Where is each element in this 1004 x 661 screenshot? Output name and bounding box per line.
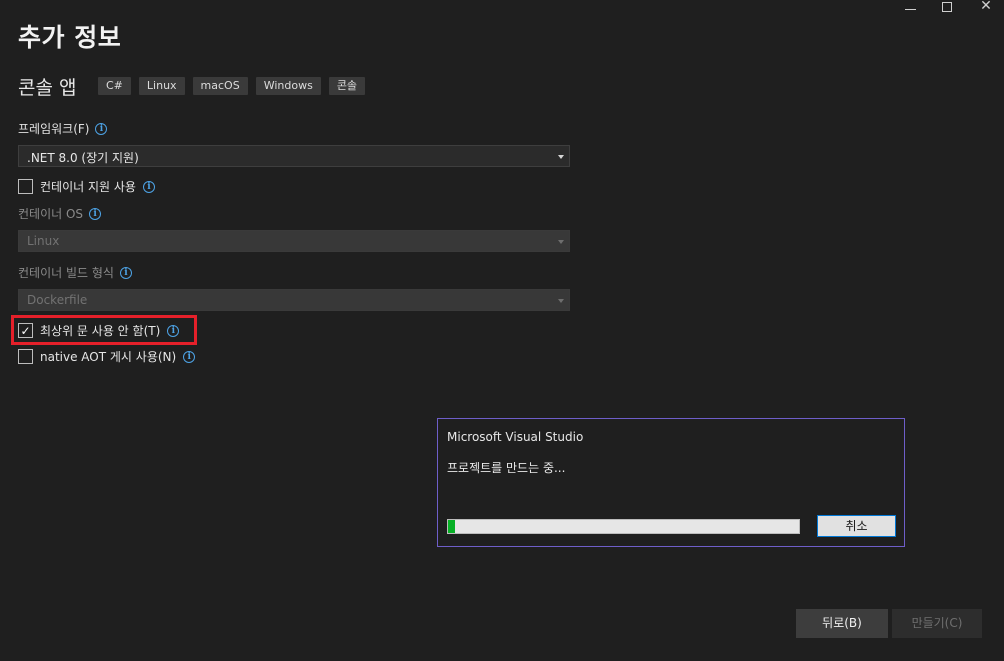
check-icon: ✓ [20,323,31,338]
container-support-row: 컨테이너 지원 사용 i [18,178,155,195]
info-icon[interactable]: i [167,324,180,337]
close-button[interactable]: ✕ [974,0,998,14]
template-tags: C# Linux macOS Windows 콘솔 [98,77,366,95]
progress-fill [448,520,456,533]
dialog-message: 프로젝트를 만드는 중... [447,461,566,475]
container-os-label: 컨테이너 OS [18,207,84,221]
info-icon[interactable]: i [183,350,196,363]
progress-dialog: Microsoft Visual Studio 프로젝트를 만드는 중... 취… [437,418,905,547]
container-support-label: 컨테이너 지원 사용 [40,180,136,194]
maximize-button[interactable] [935,0,959,14]
tag: Linux [138,77,185,95]
template-name: 콘솔 앱 [18,77,77,99]
page-title: 추가 정보 [18,23,122,52]
container-build-value: Dockerfile [27,293,88,307]
aot-checkbox[interactable] [18,349,33,364]
framework-label: 프레임워크(F) [18,122,90,136]
chevron-down-icon [558,299,564,303]
info-icon[interactable]: i [142,180,155,193]
tag: 콘솔 [328,77,366,95]
info-icon[interactable]: i [89,207,102,220]
info-icon[interactable]: i [95,122,108,135]
progress-bar [447,519,800,534]
container-build-select[interactable]: Dockerfile [18,289,570,311]
top-level-row: ✓ 최상위 문 사용 안 함(T) i [18,322,180,339]
framework-value: .NET 8.0 (장기 지원) [27,151,139,165]
tag: Windows [255,77,321,95]
minimize-button[interactable] [898,0,922,14]
maximize-icon [942,2,952,12]
back-button[interactable]: 뒤로(B) [796,609,888,638]
framework-label-row: 프레임워크(F) i [18,120,108,137]
top-level-label: 최상위 문 사용 안 함(T) [40,324,161,338]
dialog-title: Microsoft Visual Studio [447,430,584,444]
chevron-down-icon [558,240,564,244]
minimize-icon [904,8,916,10]
info-icon[interactable]: i [119,266,132,279]
container-build-label-row: 컨테이너 빌드 형식 i [18,264,132,281]
create-button[interactable]: 만들기(C) [892,609,982,638]
aot-label: native AOT 게시 사용(N) [40,350,177,364]
container-support-checkbox[interactable] [18,179,33,194]
chevron-down-icon [558,155,564,159]
tag: macOS [192,77,248,95]
framework-select[interactable]: .NET 8.0 (장기 지원) [18,145,570,167]
cancel-button[interactable]: 취소 [817,515,896,537]
container-os-select[interactable]: Linux [18,230,570,252]
tag: C# [98,77,131,95]
container-os-label-row: 컨테이너 OS i [18,205,102,222]
top-level-checkbox[interactable]: ✓ [18,323,33,338]
container-build-label: 컨테이너 빌드 형식 [18,266,114,280]
container-os-value: Linux [27,234,60,248]
aot-row: native AOT 게시 사용(N) i [18,348,196,365]
close-icon: ✕ [980,0,992,14]
